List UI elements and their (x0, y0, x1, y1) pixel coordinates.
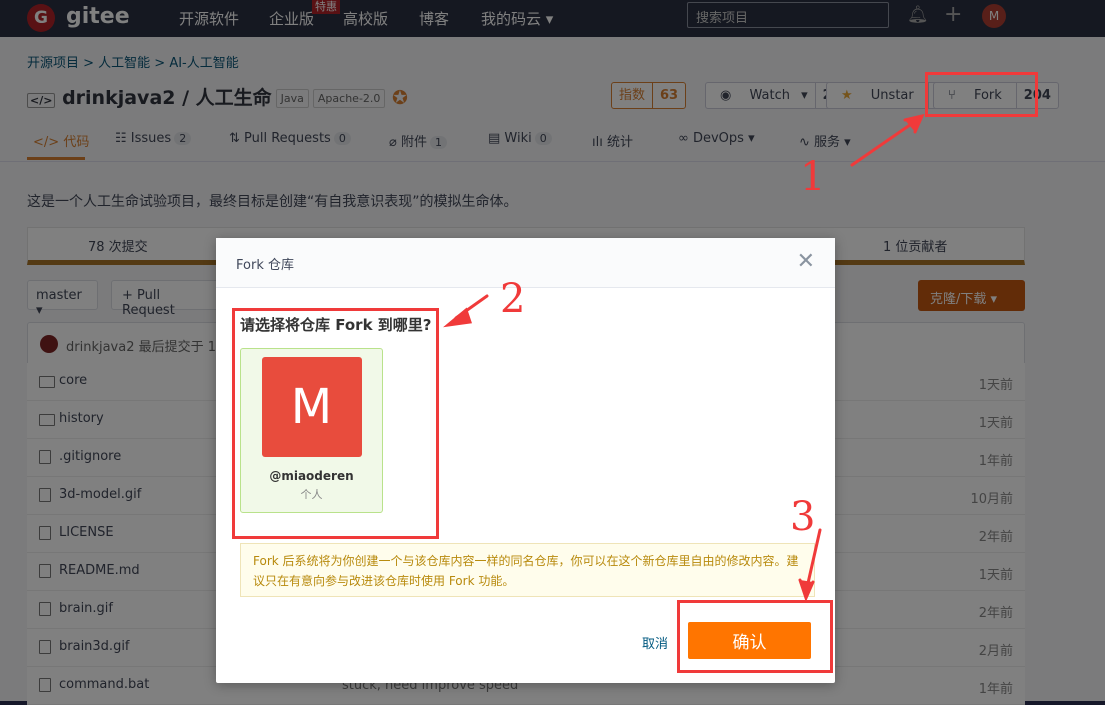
breadcrumb[interactable]: 开源项目 > 人工智能 > AI-人工智能 (27, 52, 239, 71)
index-value: 63 (652, 83, 685, 108)
tab-services[interactable]: ∿ 服务 ▾ (799, 131, 851, 150)
file-time: 2年前 (978, 530, 1013, 545)
file-time: 2年前 (978, 606, 1013, 621)
file-time: 2月前 (978, 644, 1013, 659)
fork-notice: Fork 后系统将为你创建一个与该仓库内容一样的同名仓库，你可以在这个新仓库里自… (240, 543, 815, 597)
folder-icon (39, 376, 55, 388)
pull-request-button[interactable]: + Pull Request (111, 280, 221, 318)
logo-text[interactable]: gitee (66, 4, 130, 29)
committer-avatar (40, 335, 58, 353)
tab-divider (0, 161, 1105, 162)
star-icon: ★ (841, 88, 853, 103)
nav-my-gitee-label: 我的码云 (481, 10, 542, 28)
search-input[interactable]: 搜索项目 (687, 2, 889, 28)
last-commit-info: drinkjava2 最后提交于 1 (66, 340, 217, 355)
star-label: Unstar (870, 88, 914, 103)
tab-wiki[interactable]: ▤ Wiki 0 (488, 131, 552, 146)
file-name[interactable]: core (59, 373, 87, 388)
bell-icon[interactable]: 🔔︎ (907, 5, 929, 25)
clone-download-button[interactable]: 克隆/下载 ▾ (918, 280, 1025, 311)
nav-blog[interactable]: 博客 (419, 8, 449, 29)
repo-description: 这是一个人工生命试验项目，最终目标是创建“有自我意识表现”的模拟生命体。 (27, 194, 518, 210)
file-name[interactable]: README.md (59, 563, 140, 578)
commits-count[interactable]: 78 次提交 (88, 236, 148, 255)
file-icon (39, 564, 51, 578)
file-name[interactable]: LICENSE (59, 525, 114, 540)
gitee-logo-icon[interactable]: G (27, 4, 55, 32)
file-icon (39, 488, 51, 502)
file-icon (39, 526, 51, 540)
code-icon: </> (27, 93, 56, 108)
index-label: 指数 (619, 88, 646, 103)
fork-dialog: Fork 仓库 ✕ 请选择将仓库 Fork 到哪里? M @miaoderen … (216, 238, 835, 683)
nav-enterprise[interactable]: 企业版 (269, 8, 314, 29)
confirm-button[interactable]: 确认 (688, 622, 811, 659)
tag-java[interactable]: Java (275, 89, 309, 108)
nav-my-gitee[interactable]: 我的码云 ▾ (481, 8, 553, 29)
file-time: 1年前 (978, 454, 1013, 469)
active-tab-indicator (27, 157, 85, 160)
tab-pull-requests[interactable]: ⇅ Pull Requests 0 (229, 131, 351, 146)
dialog-header: Fork 仓库 (216, 238, 835, 288)
tab-issues[interactable]: ☷ Issues 2 (115, 131, 192, 146)
fork-label: Fork (973, 88, 1002, 103)
nav-education[interactable]: 高校版 (343, 8, 388, 29)
tab-devops[interactable]: ∞ DevOps ▾ (678, 131, 755, 146)
user-avatar[interactable]: M (982, 4, 1006, 28)
file-icon (39, 678, 51, 692)
file-icon (39, 602, 51, 616)
index-button[interactable]: 指数 63 (611, 82, 687, 109)
top-navbar: G gitee 开源软件 企业版 特惠 高校版 博客 我的码云 ▾ 搜索项目 🔔… (0, 0, 1105, 37)
file-time: 1年前 (978, 682, 1013, 697)
file-time: 1天前 (978, 416, 1013, 431)
file-icon (39, 450, 51, 464)
tab-code-label: 代码 (63, 135, 90, 150)
file-name[interactable]: brain.gif (59, 601, 113, 616)
file-name[interactable]: brain3d.gif (59, 639, 130, 654)
target-type: 个人 (300, 488, 323, 501)
dialog-title: Fork 仓库 (236, 258, 294, 273)
file-time: 10月前 (970, 492, 1013, 507)
medal-icon: ✪ (392, 87, 408, 109)
tab-attachments[interactable]: ⌀ 附件 1 (389, 131, 447, 150)
watch-label: Watch (749, 88, 790, 103)
target-avatar: M (261, 357, 362, 457)
branch-select[interactable]: master ▾ (27, 280, 98, 318)
file-name[interactable]: command.bat (59, 677, 149, 692)
target-username: @miaoderen (269, 469, 354, 483)
file-time: 1天前 (978, 568, 1013, 583)
tag-license[interactable]: Apache-2.0 (312, 89, 386, 108)
fork-count[interactable]: 204 (1015, 83, 1058, 108)
file-time: 1天前 (978, 378, 1013, 393)
fork-target-personal[interactable]: M @miaoderen 个人 (240, 348, 383, 513)
file-name[interactable]: 3d-model.gif (59, 487, 141, 502)
tab-stats[interactable]: ılı 统计 (592, 131, 633, 150)
nav-open-source[interactable]: 开源软件 (179, 8, 239, 29)
plus-icon[interactable]: + (944, 2, 962, 27)
tab-code[interactable]: </> 代码 (33, 131, 89, 150)
repo-name[interactable]: drinkjava2 / 人工生命 (62, 87, 272, 109)
fork-target-question: 请选择将仓库 Fork 到哪里? (240, 316, 432, 334)
eye-icon: ◉ (720, 88, 732, 103)
repo-title: </> drinkjava2 / 人工生命 Java Apache-2.0 ✪ (27, 83, 408, 110)
file-name[interactable]: history (59, 411, 104, 426)
hot-badge: 特惠 (312, 0, 340, 14)
fork-icon: ⑂ (948, 88, 956, 103)
fork-button[interactable]: ⑂ Fork 204 (933, 82, 1059, 109)
close-icon[interactable]: ✕ (797, 251, 815, 273)
file-icon (39, 640, 51, 654)
contributors-count[interactable]: 1 位贡献者 (883, 236, 947, 255)
folder-icon (39, 414, 55, 426)
file-name[interactable]: .gitignore (59, 449, 121, 464)
cancel-button[interactable]: 取消 (642, 633, 668, 652)
